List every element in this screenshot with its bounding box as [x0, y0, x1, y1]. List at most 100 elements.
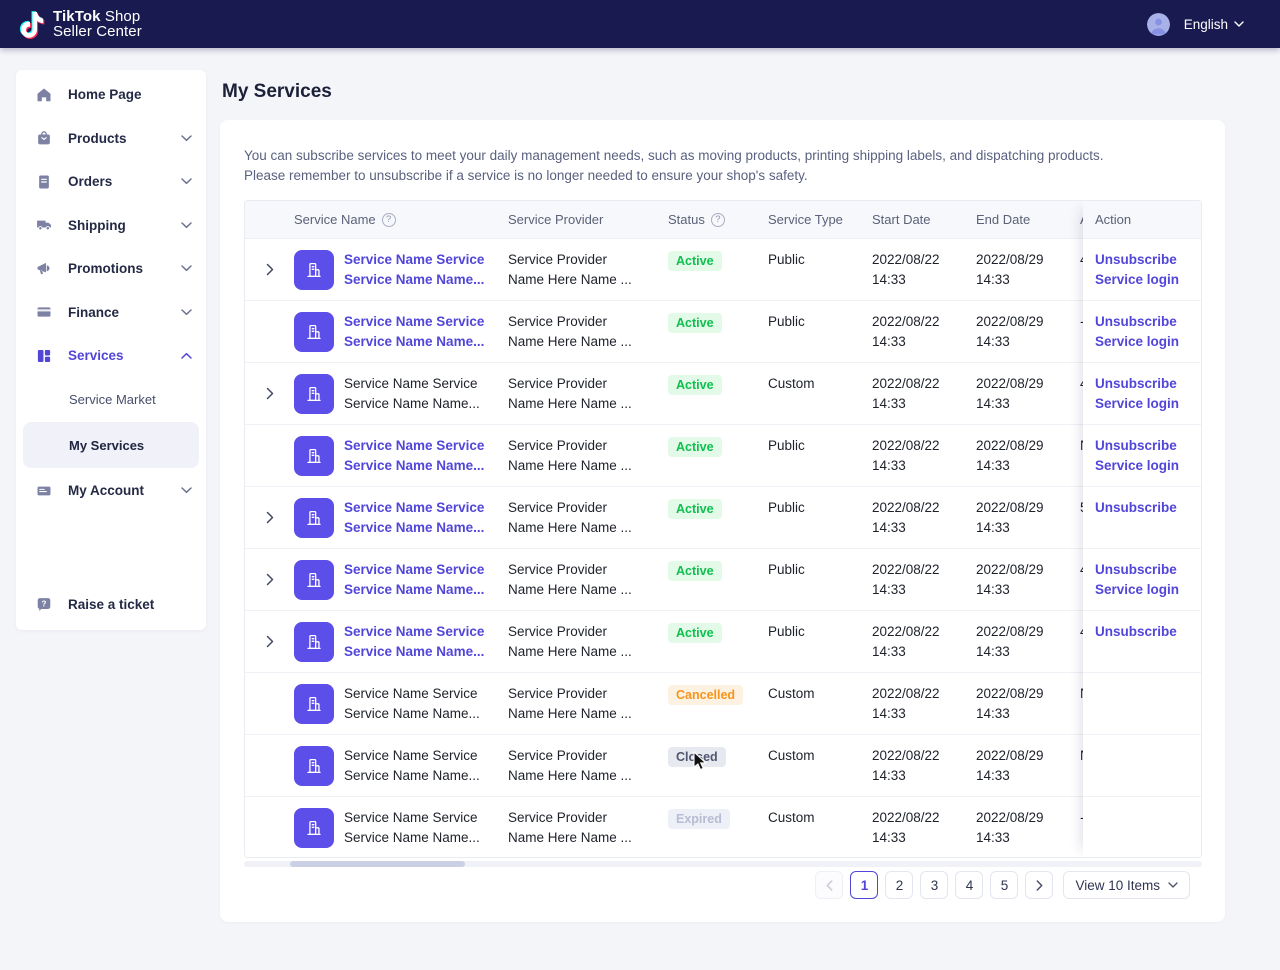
pagination-next-button[interactable]: [1025, 871, 1053, 899]
sidebar-item-label: Raise a ticket: [68, 597, 192, 612]
sidebar-item-label: Finance: [68, 305, 181, 320]
sidebar-item-label: Orders: [68, 174, 181, 189]
service-login-link[interactable]: Service login: [1095, 394, 1201, 414]
end-date-cell: 2022/08/2914:33: [976, 549, 1080, 610]
sidebar-item-label: Shipping: [68, 218, 181, 233]
row-expand-icon[interactable]: [262, 507, 278, 528]
sidebar-item-orders[interactable]: Orders: [16, 160, 206, 204]
action-cell: [1083, 797, 1201, 858]
table-row: Service Name ServiceService Name Name...…: [245, 549, 1201, 611]
action-sticky-column: Action UnsubscribeService loginUnsubscri…: [1083, 201, 1201, 857]
sidebar-item-finance[interactable]: Finance: [16, 291, 206, 335]
col-service-provider: Service Provider: [508, 212, 603, 227]
row-expand-icon[interactable]: [262, 631, 278, 652]
chevron-icon: [181, 487, 192, 494]
col-service-type: Service Type: [768, 212, 843, 227]
row-expand-icon[interactable]: [262, 383, 278, 404]
status-badge: Expired: [668, 809, 730, 829]
table-header-row: Service Name ? Service Provider Status ?…: [245, 201, 1201, 239]
start-date-cell: 2022/08/2214:33: [872, 735, 976, 796]
col-service-name: Service Name: [294, 212, 376, 227]
sidebar-item-promotions[interactable]: Promotions: [16, 247, 206, 291]
start-date-cell: 2022/08/2214:33: [872, 611, 976, 672]
language-label: English: [1184, 17, 1228, 32]
sidebar-items: Home Page Products Orders Shipping Promo…: [16, 73, 206, 513]
unsubscribe-link[interactable]: Unsubscribe: [1095, 312, 1201, 332]
language-selector[interactable]: English: [1184, 17, 1244, 32]
sidebar-subitem-service-market[interactable]: Service Market: [16, 378, 206, 422]
service-type-cell: Public: [768, 301, 872, 362]
service-login-link[interactable]: Service login: [1095, 580, 1201, 600]
pagination-page-5[interactable]: 5: [990, 871, 1018, 899]
chevron-right-icon: [1036, 880, 1043, 891]
service-name-link: Service Name ServiceService Name Name...: [344, 684, 480, 724]
unsubscribe-link[interactable]: Unsubscribe: [1095, 250, 1201, 270]
action-cell: UnsubscribeService login: [1083, 363, 1201, 425]
row-expand-icon[interactable]: [262, 569, 278, 590]
service-login-link[interactable]: Service login: [1095, 332, 1201, 352]
pagination-prev-button[interactable]: [815, 871, 843, 899]
unsubscribe-link[interactable]: Unsubscribe: [1095, 560, 1201, 580]
horizontal-scrollbar-thumb[interactable]: [290, 861, 465, 867]
service-login-link[interactable]: Service login: [1095, 456, 1201, 476]
service-type-cell: Public: [768, 549, 872, 610]
sidebar-item-shipping[interactable]: Shipping: [16, 204, 206, 248]
sidebar-item-icon: [35, 347, 53, 365]
service-name-link[interactable]: Service Name ServiceService Name Name...: [344, 560, 484, 600]
service-icon: [294, 622, 334, 662]
logo-seller-center: Seller Center: [53, 23, 142, 40]
start-date-cell: 2022/08/2214:33: [872, 673, 976, 734]
service-icon: [294, 808, 334, 848]
sidebar-subitem-my-services[interactable]: My Services: [23, 422, 199, 468]
pagination-page-2[interactable]: 2: [885, 871, 913, 899]
user-avatar[interactable]: [1147, 13, 1170, 36]
horizontal-scrollbar-track[interactable]: [244, 861, 1202, 867]
sidebar-item-label: Products: [68, 131, 181, 146]
status-badge: Active: [668, 623, 722, 643]
page-size-selector[interactable]: View 10 Items: [1063, 871, 1190, 899]
service-provider-cell: Service ProviderName Here Name ...: [508, 549, 668, 610]
end-date-cell: 2022/08/2914:33: [976, 735, 1080, 796]
status-badge: Active: [668, 375, 722, 395]
table-row: Service Name ServiceService Name Name...…: [245, 425, 1201, 487]
service-type-cell: Custom: [768, 673, 872, 734]
unsubscribe-link[interactable]: Unsubscribe: [1095, 436, 1201, 456]
chevron-icon: [181, 352, 192, 359]
service-provider-cell: Service ProviderName Here Name ...: [508, 797, 668, 858]
end-date-cell: 2022/08/2914:33: [976, 487, 1080, 548]
service-name-link[interactable]: Service Name ServiceService Name Name...: [344, 312, 484, 352]
chevron-down-icon: [1234, 21, 1244, 27]
service-type-cell: Public: [768, 425, 872, 486]
sidebar-item-home-page[interactable]: Home Page: [16, 73, 206, 117]
action-cell: UnsubscribeService login: [1083, 549, 1201, 611]
chevron-icon: [181, 135, 192, 142]
unsubscribe-link[interactable]: Unsubscribe: [1095, 374, 1201, 394]
help-icon[interactable]: ?: [382, 213, 396, 227]
sidebar-item-my-account[interactable]: My Account: [16, 469, 206, 513]
row-expand-icon[interactable]: [262, 259, 278, 280]
service-provider-cell: Service ProviderName Here Name ...: [508, 487, 668, 548]
sidebar-item-label: Promotions: [68, 261, 181, 276]
service-login-link[interactable]: Service login: [1095, 270, 1201, 290]
action-cell: Unsubscribe: [1083, 611, 1201, 673]
table-row: Service Name ServiceService Name Name...…: [245, 611, 1201, 673]
unsubscribe-link[interactable]: Unsubscribe: [1095, 622, 1201, 642]
pagination-page-4[interactable]: 4: [955, 871, 983, 899]
service-name-link[interactable]: Service Name ServiceService Name Name...: [344, 436, 484, 476]
sidebar-item-services[interactable]: Services: [16, 334, 206, 378]
page-title: My Services: [222, 81, 1225, 103]
table-body: Service Name ServiceService Name Name...…: [245, 239, 1201, 858]
service-name-link[interactable]: Service Name ServiceService Name Name...: [344, 498, 484, 538]
start-date-cell: 2022/08/2214:33: [872, 797, 976, 858]
unsubscribe-link[interactable]: Unsubscribe: [1095, 498, 1201, 518]
chevron-icon: [181, 265, 192, 272]
service-name-link[interactable]: Service Name ServiceService Name Name...: [344, 622, 484, 662]
end-date-cell: 2022/08/2914:33: [976, 797, 1080, 858]
pagination-page-1[interactable]: 1: [850, 871, 878, 899]
service-name-link[interactable]: Service Name ServiceService Name Name...: [344, 250, 484, 290]
status-badge: Active: [668, 561, 722, 581]
pagination-page-3[interactable]: 3: [920, 871, 948, 899]
sidebar-item-products[interactable]: Products: [16, 117, 206, 161]
sidebar-item-raise-a-ticket[interactable]: ? Raise a ticket: [16, 583, 206, 627]
help-icon[interactable]: ?: [711, 213, 725, 227]
